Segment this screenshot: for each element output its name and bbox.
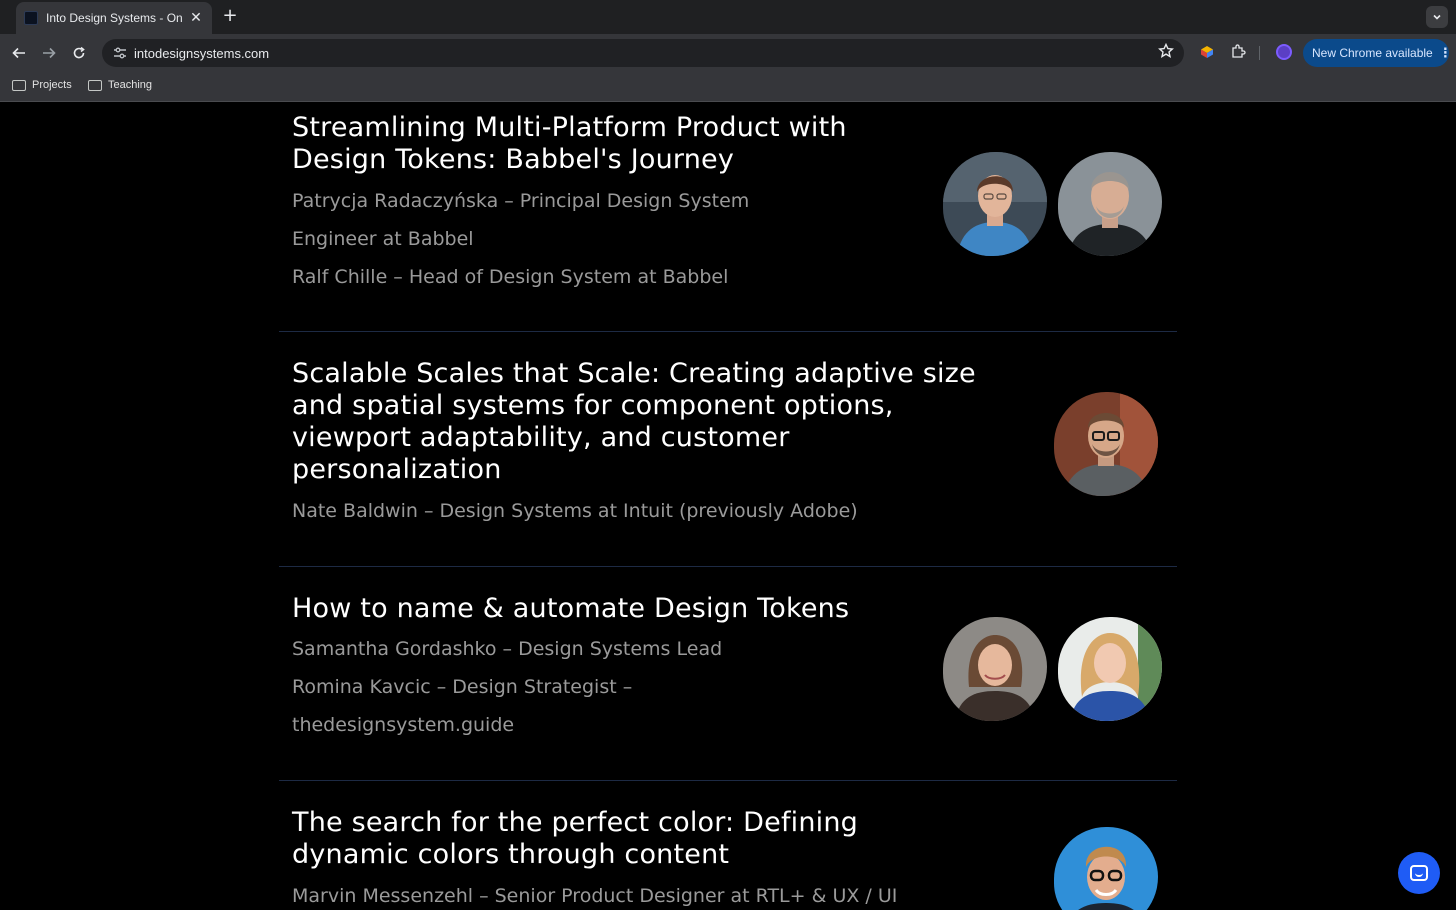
section-divider (279, 331, 1177, 332)
talk-card[interactable]: Streamlining Multi-Platform Product with… (279, 110, 1177, 330)
talk-card[interactable]: Scalable Scales that Scale: Creating ada… (279, 356, 1177, 566)
speaker-photo (1058, 152, 1162, 256)
speaker-photo (1054, 827, 1158, 910)
talk-title[interactable]: How to name & automate Design Tokens (292, 593, 849, 625)
reload-icon (73, 46, 85, 59)
speaker-line: Engineer at Babbel (292, 228, 474, 250)
forward-button[interactable] (38, 42, 60, 64)
new-tab-button[interactable]: + (220, 6, 240, 26)
bookmark-star-icon[interactable] (1158, 42, 1174, 63)
folder-icon (88, 79, 102, 91)
talk-title-line: The search for the perfect color: Defini… (292, 807, 859, 838)
talk-title-line: Streamlining Multi-Platform Product with (292, 112, 847, 143)
section-divider (279, 780, 1177, 781)
talk-title-line: Scalable Scales that Scale: Creating ada… (292, 358, 976, 389)
more-menu-icon: ⋮ (1438, 45, 1452, 61)
profile-avatar[interactable] (1276, 44, 1292, 60)
talk-title-line: Design Tokens: Babbel's Journey (292, 144, 735, 175)
chrome-update-button[interactable]: New Chrome available ⋮ (1303, 39, 1452, 67)
bookmark-folder-teaching[interactable]: Teaching (88, 79, 152, 91)
talk-card[interactable]: How to name & automate Design Tokens Sam… (279, 591, 1177, 781)
folder-icon (12, 79, 26, 91)
bookmarks-bar: Projects Teaching (0, 72, 1456, 102)
chrome-update-label: New Chrome available (1312, 46, 1433, 60)
arrow-left-icon (12, 47, 25, 59)
tab-title: Into Design Systems - Online (46, 11, 182, 25)
talk-title-line: dynamic colors through content (292, 839, 730, 870)
speaker-line: Romina Kavcic – Design Strategist – (292, 676, 633, 698)
browser-tab-active[interactable]: Into Design Systems - Online ✕ (16, 2, 212, 34)
speaker-line: Patrycja Radaczyńska – Principal Design … (292, 190, 750, 212)
tab-strip: Into Design Systems - Online ✕ + (0, 0, 1456, 34)
bookmark-label: Teaching (108, 79, 153, 91)
arrow-right-icon (43, 47, 56, 59)
section-divider (279, 566, 1177, 567)
chevron-down-icon (1433, 14, 1441, 20)
reload-button[interactable] (68, 42, 90, 64)
url-text: intodesignsystems.com (134, 45, 270, 61)
talk-speakers: Patrycja Radaczyńska – Principal Design … (292, 182, 749, 296)
talk-speakers: Nate Baldwin – Design Systems at Intuit … (292, 492, 858, 530)
talk-title[interactable]: The search for the perfect color: Defini… (292, 807, 858, 871)
address-bar[interactable]: intodesignsystems.com (102, 39, 1184, 67)
talk-title-line: viewport adaptability, and customer (292, 422, 790, 453)
bookmark-folder-projects[interactable]: Projects (12, 79, 72, 91)
speaker-line: Samantha Gordashko – Design Systems Lead (292, 638, 723, 660)
site-favicon-icon (24, 11, 38, 25)
talk-title[interactable]: Streamlining Multi-Platform Product with… (292, 112, 847, 176)
tab-search-button[interactable] (1426, 6, 1448, 28)
talk-title[interactable]: Scalable Scales that Scale: Creating ada… (292, 358, 976, 486)
browser-toolbar: intodesignsystems.com New Chrome availab… (0, 34, 1456, 72)
speaker-photo (943, 152, 1047, 256)
talk-title-line: personalization (292, 454, 502, 485)
speaker-line: thedesignsystem.guide (292, 714, 515, 736)
tab-close-icon[interactable]: ✕ (188, 10, 204, 26)
speaker-line: Nate Baldwin – Design Systems at Intuit … (292, 500, 858, 522)
speaker-photo (1058, 617, 1162, 721)
speaker-line: Marvin Messenzehl – Senior Product Desig… (292, 885, 898, 907)
chat-icon (1410, 865, 1428, 881)
speaker-photo (1054, 392, 1158, 496)
colorful-extension-icon[interactable] (1198, 43, 1216, 61)
speaker-line: Ralf Chille – Head of Design System at B… (292, 266, 729, 288)
page-content: Streamlining Multi-Platform Product with… (0, 102, 1456, 910)
talk-title-line: How to name & automate Design Tokens (292, 593, 850, 624)
extensions-puzzle-icon[interactable] (1229, 43, 1247, 61)
speaker-photo (943, 617, 1047, 721)
talk-title-line: and spatial systems for component option… (292, 390, 894, 421)
talk-card[interactable]: The search for the perfect color: Defini… (279, 805, 1177, 910)
site-settings-icon[interactable] (112, 45, 128, 61)
toolbar-separator (1259, 46, 1260, 60)
back-button[interactable] (8, 42, 30, 64)
talk-speakers: Marvin Messenzehl – Senior Product Desig… (292, 877, 897, 910)
chat-support-button[interactable] (1398, 852, 1440, 894)
bookmark-label: Projects (32, 79, 72, 91)
talk-speakers: Samantha Gordashko – Design Systems Lead… (292, 630, 722, 744)
